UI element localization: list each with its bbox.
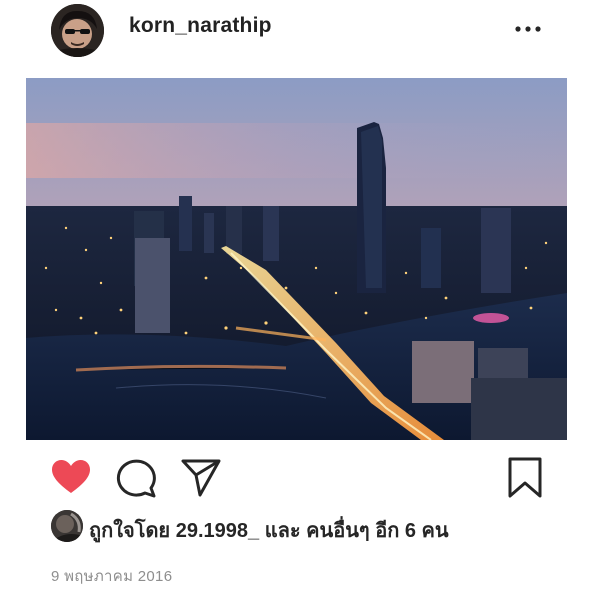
post-header: korn_narathip: [0, 0, 598, 60]
share-icon[interactable]: [180, 458, 222, 498]
post-photo[interactable]: [26, 78, 567, 440]
action-bar: [0, 455, 598, 501]
comment-icon[interactable]: [115, 458, 157, 498]
liker-username[interactable]: 29.1998_: [176, 520, 259, 542]
more-horizontal-icon[interactable]: [512, 22, 544, 36]
likes-others[interactable]: คนอื่นๆ อีก 6 คน: [306, 520, 448, 542]
likes-prefix: ถูกใจโดย: [89, 520, 171, 542]
bookmark-icon[interactable]: [507, 457, 543, 499]
username[interactable]: korn_narathip: [129, 14, 272, 38]
likes-summary: ถูกใจโดย 29.1998_ และ คนอื่นๆ อีก 6 คน: [51, 509, 571, 543]
liker-avatar[interactable]: [51, 510, 83, 542]
user-avatar[interactable]: [51, 4, 104, 57]
heart-icon[interactable]: [51, 459, 91, 495]
likes-connector: และ: [264, 520, 301, 542]
post-date: 9 พฤษภาคม 2016: [51, 568, 173, 585]
